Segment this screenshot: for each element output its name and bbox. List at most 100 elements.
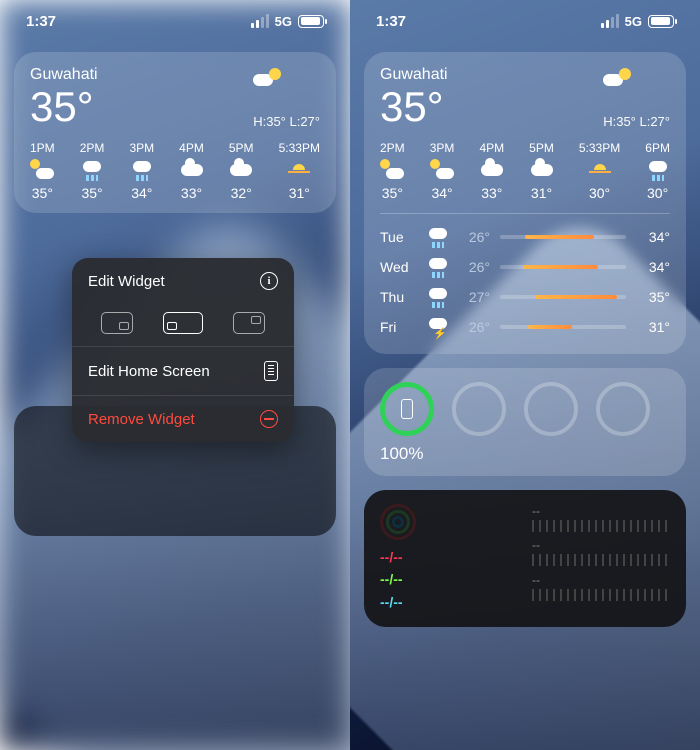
temp-range-bar xyxy=(500,235,626,239)
hour-temp: 30° xyxy=(647,185,668,201)
remove-widget-label: Remove Widget xyxy=(88,411,195,428)
hourly-item: 6PM 30° xyxy=(645,141,670,201)
hourly-item: 5PM32° xyxy=(229,141,254,201)
high-temp: 31° xyxy=(636,319,670,335)
widget-size-picker xyxy=(72,304,294,346)
move-chart xyxy=(532,520,670,532)
city-label: Guwahati xyxy=(380,66,448,84)
chart-value: -- xyxy=(532,573,670,587)
hour-temp: 33° xyxy=(481,185,502,201)
hourly-item: 3PM 34° xyxy=(129,141,154,201)
temp-range-bar xyxy=(500,325,626,329)
daily-row: Fri26°31° xyxy=(380,312,670,342)
hour-label: 2PM xyxy=(380,141,405,155)
move-metric: --/-- xyxy=(380,546,518,568)
hourly-forecast: 2PM35°3PM34°4PM33°5PM31°5:33PM30°6PM30° xyxy=(380,141,670,201)
batteries-widget[interactable]: 100% xyxy=(364,368,686,476)
hour-temp: 34° xyxy=(431,185,452,201)
hour-label: 6PM xyxy=(645,141,670,155)
context-menu: Edit Widget i Edit Home Screen Remove Wi… xyxy=(72,258,294,442)
phone-icon xyxy=(401,399,413,419)
status-time: 1:37 xyxy=(376,13,406,30)
hour-label: 5:33PM xyxy=(279,141,320,155)
cloud-icon xyxy=(229,161,253,179)
hour-temp: 34° xyxy=(131,185,152,201)
cloud-icon xyxy=(180,161,204,179)
rain-icon xyxy=(80,161,104,179)
high-low: H:35° L:27° xyxy=(603,114,670,129)
rain-icon xyxy=(130,161,154,179)
current-temp: 35° xyxy=(380,86,448,128)
current-temp: 35° xyxy=(30,86,98,128)
hourly-item: 5:33PM 31° xyxy=(279,141,320,201)
thunder-icon xyxy=(426,318,450,336)
hour-temp: 31° xyxy=(289,185,310,201)
low-temp: 26° xyxy=(460,259,490,275)
edit-widget-button[interactable]: Edit Widget i xyxy=(72,258,294,304)
hour-label: 1PM xyxy=(30,141,55,155)
day-label: Thu xyxy=(380,289,416,305)
weather-widget[interactable]: Guwahati 35° H:35° L:27° 1PM35° 2PM 35° 3PM… xyxy=(14,52,336,213)
high-temp: 34° xyxy=(636,259,670,275)
hourly-forecast: 1PM35° 2PM 35° 3PM 34° 4PM33° 5PM32° 5:33PM 31° xyxy=(30,141,320,201)
sunset-icon xyxy=(287,161,311,179)
rain-icon xyxy=(426,258,450,276)
exercise-metric: --/-- xyxy=(380,568,518,590)
temp-range-bar xyxy=(500,265,626,269)
rain-icon xyxy=(426,288,450,306)
high-low: H:35° L:27° xyxy=(253,114,320,129)
day-label: Tue xyxy=(380,229,416,245)
daily-row: Thu27°35° xyxy=(380,282,670,312)
fitness-widget[interactable]: --/-- --/-- --/-- -- -- -- xyxy=(364,490,686,627)
battery-device-empty xyxy=(524,382,578,436)
battery-icon xyxy=(648,15,674,28)
activity-rings-icon xyxy=(380,504,416,540)
partly-cloudy-icon xyxy=(603,66,631,88)
stand-chart xyxy=(532,589,670,601)
hour-label: 5:33PM xyxy=(579,141,620,155)
size-small-button[interactable] xyxy=(101,312,133,334)
hourly-item: 5:33PM30° xyxy=(579,141,620,201)
hourly-item: 3PM 34° xyxy=(430,141,455,201)
battery-percent: 100% xyxy=(380,444,670,464)
hour-label: 4PM xyxy=(479,141,504,155)
hourly-item: 1PM35° xyxy=(30,141,55,201)
status-bar: 1:37 5G xyxy=(364,0,686,42)
hourly-item: 4PM33° xyxy=(179,141,204,201)
battery-device-empty xyxy=(452,382,506,436)
remove-widget-button[interactable]: Remove Widget xyxy=(72,396,294,442)
high-temp: 34° xyxy=(636,229,670,245)
temp-range-bar xyxy=(500,295,626,299)
hour-label: 3PM xyxy=(430,141,455,155)
cloud-icon xyxy=(480,161,504,179)
size-large-button[interactable] xyxy=(233,312,265,334)
sunset-icon xyxy=(588,161,612,179)
partly-cloudy-icon xyxy=(253,66,281,88)
exercise-chart xyxy=(532,554,670,566)
home-screen-icon xyxy=(264,361,278,381)
suncloud-icon xyxy=(430,161,454,179)
city-label: Guwahati xyxy=(30,66,98,84)
info-icon: i xyxy=(260,272,278,290)
day-label: Fri xyxy=(380,319,416,335)
hour-label: 3PM xyxy=(129,141,154,155)
battery-icon xyxy=(298,15,324,28)
suncloud-icon xyxy=(380,161,404,179)
hour-temp: 35° xyxy=(382,185,403,201)
hour-label: 5PM xyxy=(229,141,254,155)
chart-value: -- xyxy=(532,504,670,518)
weather-widget-large[interactable]: Guwahati 35° H:35° L:27° 2PM 35° 3PM 34° 4PM… xyxy=(364,52,686,354)
daily-row: Tue26°34° xyxy=(380,222,670,252)
hour-temp: 35° xyxy=(81,185,102,201)
day-label: Wed xyxy=(380,259,416,275)
edit-home-screen-button[interactable]: Edit Home Screen xyxy=(72,347,294,395)
battery-device-phone xyxy=(380,382,434,436)
remove-icon xyxy=(260,410,278,428)
hour-label: 5PM xyxy=(529,141,554,155)
hour-label: 2PM xyxy=(80,141,105,155)
rain-icon xyxy=(426,228,450,246)
edit-widget-label: Edit Widget xyxy=(88,273,165,290)
size-medium-button[interactable] xyxy=(163,312,203,334)
suncloud-icon xyxy=(30,161,54,179)
daily-forecast: Tue26°34° Wed 26° 34° Thu27°35°Fri26°31° xyxy=(380,213,670,342)
